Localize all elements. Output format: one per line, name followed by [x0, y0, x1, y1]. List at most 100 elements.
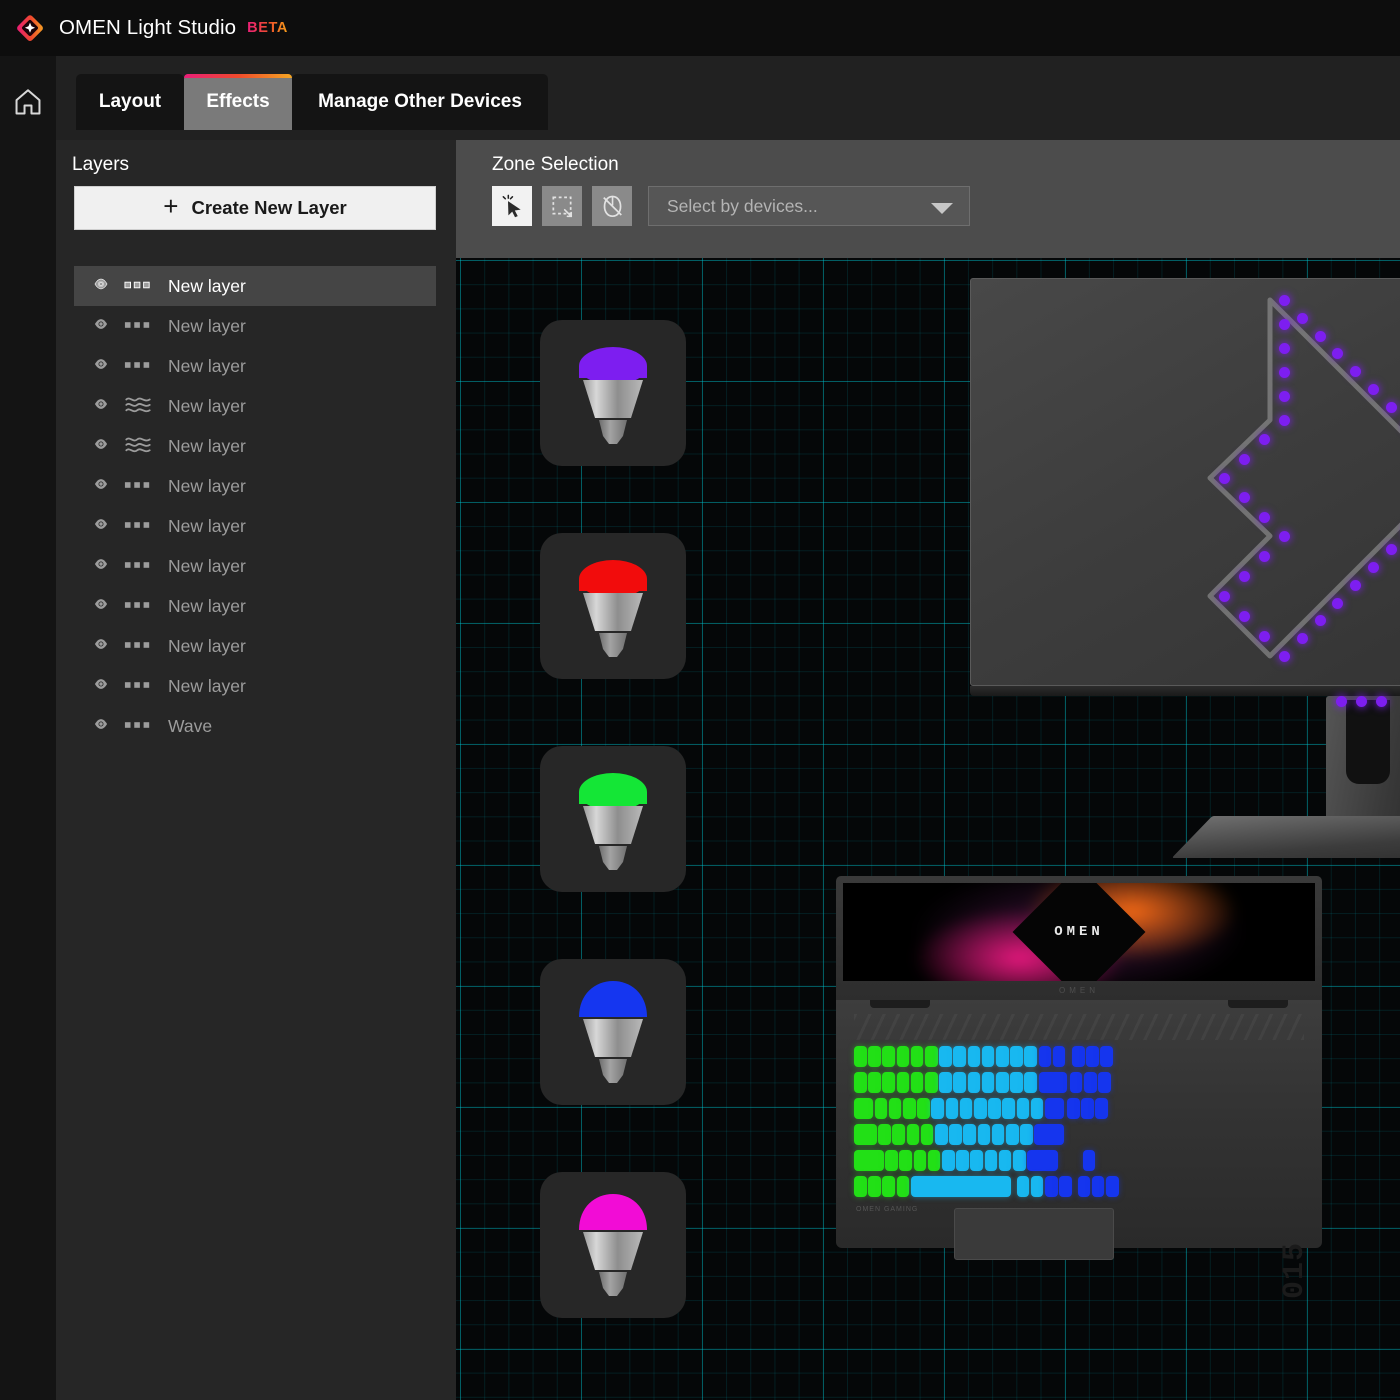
- keyboard-key[interactable]: [917, 1098, 930, 1119]
- keyboard-key[interactable]: [1044, 1098, 1064, 1119]
- keyboard-key[interactable]: [874, 1098, 888, 1119]
- keyboard-key[interactable]: [977, 1124, 991, 1145]
- monitor-led-dot[interactable]: [1279, 391, 1290, 402]
- keyboard-key[interactable]: [1016, 1176, 1030, 1197]
- keyboard-key[interactable]: [1095, 1098, 1108, 1119]
- select-by-devices-dropdown[interactable]: Select by devices...: [648, 186, 970, 226]
- keyboard-key[interactable]: [854, 1098, 873, 1119]
- layer-row[interactable]: Wave: [74, 706, 436, 746]
- keyboard-key[interactable]: [1024, 1046, 1037, 1067]
- keyboard-key[interactable]: [854, 1124, 877, 1145]
- home-icon[interactable]: [12, 86, 44, 118]
- keyboard-key[interactable]: [959, 1098, 973, 1119]
- keyboard-key[interactable]: [925, 1072, 938, 1093]
- keyboard-key[interactable]: [1013, 1150, 1026, 1171]
- monitor-led-dot[interactable]: [1332, 597, 1344, 609]
- monitor-led-dot[interactable]: [1259, 631, 1270, 642]
- keyboard-key[interactable]: [910, 1176, 1012, 1197]
- monitor-led-dot[interactable]: [1239, 611, 1250, 622]
- keyboard-key[interactable]: [963, 1124, 976, 1145]
- monitor-led-dot[interactable]: [1259, 551, 1270, 562]
- keyboard-key[interactable]: [910, 1072, 924, 1093]
- layer-visibility-toggle[interactable]: [90, 317, 120, 336]
- keyboard-key[interactable]: [1030, 1098, 1044, 1119]
- keyboard-key[interactable]: [970, 1150, 984, 1171]
- keyboard-key[interactable]: [939, 1046, 952, 1067]
- keyboard-key[interactable]: [949, 1124, 962, 1145]
- monitor-led-dot[interactable]: [1239, 571, 1250, 582]
- monitor-led-dot[interactable]: [1314, 615, 1326, 627]
- keyboard-key[interactable]: [1082, 1150, 1096, 1171]
- layer-visibility-toggle[interactable]: [90, 357, 120, 376]
- keyboard-key[interactable]: [1106, 1176, 1119, 1197]
- keyboard-key[interactable]: [939, 1072, 952, 1093]
- layer-row[interactable]: New layer: [74, 546, 436, 586]
- tab-effects[interactable]: Effects: [184, 74, 292, 130]
- keyboard-key[interactable]: [1084, 1072, 1097, 1093]
- monitor-led-dot[interactable]: [1259, 511, 1270, 523]
- bulb-device-card[interactable]: [540, 320, 686, 466]
- monitor-led-dot[interactable]: [1368, 562, 1379, 573]
- monitor-neck-led-dot[interactable]: [1376, 696, 1387, 707]
- layer-visibility-toggle[interactable]: [90, 517, 120, 536]
- keyboard-key[interactable]: [996, 1072, 1009, 1093]
- keyboard-key[interactable]: [1020, 1124, 1033, 1145]
- keyboard-key[interactable]: [888, 1098, 902, 1119]
- monitor-led-dot[interactable]: [1279, 415, 1290, 426]
- monitor-led-dot[interactable]: [1296, 312, 1308, 324]
- keyboard-key[interactable]: [967, 1046, 981, 1067]
- keyboard-key[interactable]: [981, 1046, 995, 1067]
- keyboard-key[interactable]: [892, 1124, 905, 1145]
- keyboard-key[interactable]: [1010, 1046, 1023, 1067]
- keyboard-key[interactable]: [1024, 1072, 1037, 1093]
- tab-layout[interactable]: Layout: [76, 74, 184, 130]
- keyboard-key[interactable]: [1027, 1150, 1059, 1171]
- keyboard-key[interactable]: [1067, 1098, 1080, 1119]
- keyboard-key[interactable]: [934, 1124, 948, 1145]
- laptop-trackpad[interactable]: [954, 1208, 1114, 1260]
- keyboard-key[interactable]: [1016, 1098, 1030, 1119]
- keyboard-key[interactable]: [885, 1150, 898, 1171]
- keyboard-key[interactable]: [854, 1046, 867, 1067]
- layer-row[interactable]: New layer: [74, 306, 436, 346]
- omen-monitor[interactable]: [970, 278, 1400, 858]
- monitor-neck-led-dot[interactable]: [1356, 696, 1367, 707]
- monitor-led-dot[interactable]: [1219, 591, 1230, 602]
- keyboard-key[interactable]: [973, 1098, 987, 1119]
- keyboard-key[interactable]: [981, 1072, 995, 1093]
- monitor-neck-led-dot[interactable]: [1336, 696, 1347, 707]
- monitor-led-dot[interactable]: [1279, 531, 1290, 542]
- keyboard-key[interactable]: [906, 1124, 920, 1145]
- layer-row[interactable]: New layer: [74, 466, 436, 506]
- click-select-tool[interactable]: [492, 186, 532, 226]
- keyboard-key[interactable]: [996, 1046, 1009, 1067]
- bulb-device-card[interactable]: [540, 1172, 686, 1318]
- monitor-led-dot[interactable]: [1350, 579, 1362, 591]
- monitor-led-dot[interactable]: [1368, 384, 1379, 395]
- keyboard-key[interactable]: [1005, 1124, 1019, 1145]
- keyboard-key[interactable]: [931, 1098, 944, 1119]
- keyboard-key[interactable]: [991, 1124, 1005, 1145]
- monitor-led-dot[interactable]: [1314, 330, 1326, 342]
- keyboard-key[interactable]: [1071, 1046, 1085, 1067]
- layer-row[interactable]: New layer: [74, 266, 436, 306]
- layer-row[interactable]: New layer: [74, 666, 436, 706]
- keyboard-key[interactable]: [910, 1046, 924, 1067]
- keyboard-key[interactable]: [882, 1072, 895, 1093]
- keyboard-key[interactable]: [896, 1072, 910, 1093]
- keyboard-key[interactable]: [896, 1176, 910, 1197]
- keyboard-key[interactable]: [953, 1072, 966, 1093]
- keyboard-key[interactable]: [998, 1150, 1012, 1171]
- keyboard-key[interactable]: [967, 1072, 981, 1093]
- keyboard-key[interactable]: [868, 1046, 881, 1067]
- keyboard-key[interactable]: [920, 1124, 934, 1145]
- keyboard-key[interactable]: [1100, 1046, 1113, 1067]
- monitor-led-dot[interactable]: [1279, 295, 1290, 306]
- layer-visibility-toggle[interactable]: [90, 277, 120, 296]
- laptop-keyboard[interactable]: [854, 1046, 1304, 1202]
- layer-row[interactable]: New layer: [74, 346, 436, 386]
- monitor-led-dot[interactable]: [1385, 544, 1397, 556]
- keyboard-key[interactable]: [1077, 1176, 1091, 1197]
- bulb-device-card[interactable]: [540, 746, 686, 892]
- monitor-led-dot[interactable]: [1279, 319, 1290, 330]
